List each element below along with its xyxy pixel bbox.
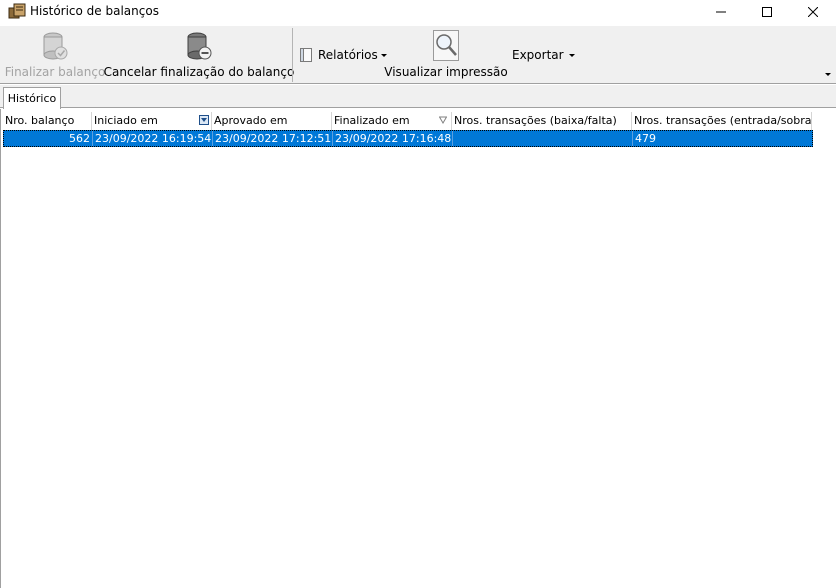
column-header-transacoes-entrada[interactable]: Nros. transações (entrada/sobra)	[632, 112, 812, 130]
chevron-down-icon	[568, 53, 575, 57]
finalizar-balanco-label: Finalizar balanço	[4, 65, 106, 79]
cancelar-finalizacao-label: Cancelar finalização do balanço	[103, 65, 295, 79]
toolbar-overflow-icon[interactable]	[824, 70, 832, 78]
visualizar-impressao-label: Visualizar impressão	[384, 65, 508, 79]
maximize-icon	[762, 7, 772, 17]
cancel-finalize-icon	[187, 32, 212, 60]
toolbar-separator	[292, 28, 293, 82]
table-row[interactable]: 562 23/09/2022 16:19:54 23/09/2022 17:12…	[3, 130, 813, 147]
title-bar: Histórico de balanços	[0, 0, 836, 24]
filter-icon[interactable]	[199, 115, 209, 125]
exportar-dropdown[interactable]: Exportar	[512, 46, 575, 64]
close-button[interactable]	[790, 0, 836, 24]
finalize-icon	[43, 32, 68, 60]
column-header-label: Finalizado em	[334, 114, 410, 127]
tab-historico[interactable]: Histórico	[3, 87, 61, 109]
grid-header: Nro. balanço Iniciado em Aprovado em Fin…	[3, 112, 813, 130]
column-header-nro-balanco[interactable]: Nro. balanço	[3, 112, 92, 130]
cancelar-finalizacao-button[interactable]: Cancelar finalização do balanço	[104, 26, 294, 84]
close-icon	[808, 7, 818, 17]
cell-transacoes-baixa	[453, 131, 633, 146]
toolbar: Finalizar balanço Cancelar finalização d…	[0, 26, 836, 84]
window-title: Histórico de balanços	[30, 4, 159, 18]
tab-strip: Histórico	[0, 85, 836, 109]
cell-nro-balanco: 562	[4, 131, 93, 146]
print-preview-icon	[433, 30, 459, 61]
report-icon	[300, 48, 312, 62]
cell-iniciado-em: 23/09/2022 16:19:54	[95, 131, 213, 146]
column-header-label: Aprovado em	[214, 114, 288, 127]
cell-finalizado-em: 23/09/2022 17:16:48	[335, 131, 453, 146]
relatorios-label: Relatórios	[318, 48, 378, 62]
column-header-iniciado-em[interactable]: Iniciado em	[92, 112, 212, 130]
relatorios-dropdown[interactable]: Relatórios	[298, 46, 387, 64]
column-header-label: Nros. transações (baixa/falta)	[454, 114, 617, 127]
visualizar-impressao-button[interactable]: Visualizar impressão	[384, 26, 508, 84]
column-header-label: Iniciado em	[94, 114, 158, 127]
chevron-down-icon	[380, 53, 387, 57]
history-grid: Nro. balanço Iniciado em Aprovado em Fin…	[0, 109, 836, 588]
app-icon	[8, 3, 26, 19]
column-header-transacoes-baixa[interactable]: Nros. transações (baixa/falta)	[452, 112, 632, 130]
column-header-label: Nros. transações (entrada/sobra)	[634, 114, 812, 127]
exportar-label: Exportar	[512, 48, 564, 62]
column-header-finalizado-em[interactable]: Finalizado em	[332, 112, 452, 130]
column-header-aprovado-em[interactable]: Aprovado em	[212, 112, 332, 130]
column-header-label: Nro. balanço	[5, 114, 75, 127]
maximize-button[interactable]	[744, 0, 790, 24]
cell-aprovado-em: 23/09/2022 17:12:51	[215, 131, 333, 146]
sort-descending-icon	[439, 116, 447, 124]
minimize-button[interactable]	[698, 0, 744, 24]
minimize-icon	[716, 11, 726, 13]
finalizar-balanco-button[interactable]: Finalizar balanço	[2, 26, 108, 84]
cell-transacoes-entrada: 479	[635, 132, 656, 145]
